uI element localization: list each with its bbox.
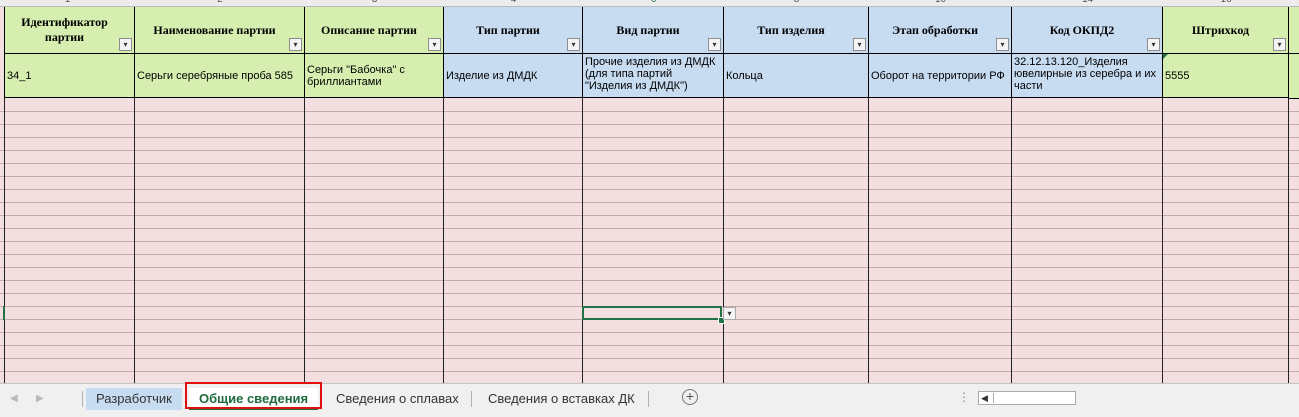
scroll-left-icon[interactable]: ◀ xyxy=(981,393,988,404)
filter-dropdown-icon[interactable]: ▾ xyxy=(708,38,721,51)
row-line xyxy=(0,163,1299,164)
header-label: Штрихкод xyxy=(1191,22,1250,37)
cell-barcode[interactable]: 5555 xyxy=(1163,54,1289,98)
cell-processing-stage[interactable]: Оборот на территории РФ xyxy=(869,54,1012,98)
row-line xyxy=(0,202,1299,203)
cell-dropdown-icon[interactable]: ▾ xyxy=(723,307,736,320)
column-number: 4 xyxy=(444,0,583,6)
row-line xyxy=(0,332,1299,333)
column-number: 16 xyxy=(1163,0,1289,6)
column-number: 6 xyxy=(583,0,724,6)
column-number-row: 1 2 3 4 6 8 10 14 16 xyxy=(0,0,1299,7)
filter-dropdown-icon[interactable]: ▾ xyxy=(1147,38,1160,51)
header-cell-product-type[interactable]: Тип изделия ▾ xyxy=(724,7,869,54)
column-number: 3 xyxy=(305,0,444,6)
row-line xyxy=(0,293,1299,294)
spreadsheet-grid[interactable]: 1 2 3 4 6 8 10 14 16 Идентификатор парти… xyxy=(0,0,1299,383)
filter-dropdown-icon[interactable]: ▾ xyxy=(1273,38,1286,51)
scroll-tabs-right-icon[interactable]: ▶ xyxy=(36,393,44,404)
header-label: Вид партии xyxy=(616,22,680,37)
cell-batch-id[interactable]: 34_1 xyxy=(4,54,135,98)
row-line xyxy=(0,371,1299,372)
filter-dropdown-icon[interactable]: ▾ xyxy=(119,38,132,51)
header-cell-batch-kind[interactable]: Вид партии ▾ xyxy=(583,7,724,54)
tab-inserts-info[interactable]: Сведения о вставках ДК xyxy=(478,388,645,410)
cell-batch-type[interactable]: Изделие из ДМДК xyxy=(444,54,583,98)
row-line xyxy=(0,228,1299,229)
filter-dropdown-icon[interactable]: ▾ xyxy=(428,38,441,51)
header-label: Описание партии xyxy=(321,22,417,37)
header-label: Тип партии xyxy=(476,22,540,37)
header-cell-processing-stage[interactable]: Этап обработки ▾ xyxy=(869,7,1012,54)
scroll-thumb[interactable] xyxy=(993,393,1074,403)
active-row-marker xyxy=(3,306,8,320)
header-cell-batch-type[interactable]: Тип партии ▾ xyxy=(444,7,583,54)
filter-dropdown-icon[interactable]: ▾ xyxy=(996,38,1009,51)
tab-developer[interactable]: Разработчик xyxy=(86,388,182,410)
header-cell-okpd2-code[interactable]: Код ОКПД2 ▾ xyxy=(1012,7,1163,54)
header-cell-partial xyxy=(1289,7,1299,54)
row-line xyxy=(0,345,1299,346)
cell-batch-name[interactable]: Серьги серебряные проба 585 xyxy=(135,54,305,98)
row-line xyxy=(0,358,1299,359)
cell-comment-marker xyxy=(1163,54,1168,59)
header-cell-batch-id[interactable]: Идентификатор партии ▾ xyxy=(4,7,135,54)
header-cell-batch-name[interactable]: Наименование партии ▾ xyxy=(135,7,305,54)
column-number: 1 xyxy=(0,0,135,6)
row-line xyxy=(0,280,1299,281)
cell-product-type[interactable]: Кольца xyxy=(724,54,869,98)
cell-batch-kind[interactable]: Прочие изделия из ДМДК (для типа партий … xyxy=(583,54,724,98)
row-line xyxy=(0,189,1299,190)
scroll-tabs-left-icon[interactable]: ◀ xyxy=(10,393,18,404)
column-number: 14 xyxy=(1012,0,1163,6)
cell-okpd2-code[interactable]: 32.12.13.120_Изделия ювелирные из серебр… xyxy=(1012,54,1163,98)
tab-splitter-icon[interactable]: ⋮ xyxy=(958,390,970,404)
header-cell-barcode[interactable]: Штрихкод ▾ xyxy=(1163,7,1289,54)
header-label: Идентификатор партии xyxy=(21,15,108,44)
row-line xyxy=(0,137,1299,138)
header-label: Наименование партии xyxy=(153,22,276,37)
header-label: Тип изделия xyxy=(757,22,825,37)
column-number: 2 xyxy=(135,0,305,6)
filter-dropdown-icon[interactable]: ▾ xyxy=(853,38,866,51)
row-line xyxy=(0,176,1299,177)
cell-partial xyxy=(1289,54,1299,99)
row-line xyxy=(0,150,1299,151)
row-line xyxy=(0,254,1299,255)
header-cell-batch-description[interactable]: Описание партии ▾ xyxy=(305,7,444,54)
add-sheet-button[interactable]: + xyxy=(682,389,698,405)
column-number: 10 xyxy=(869,0,1012,6)
horizontal-scrollbar[interactable]: ◀ xyxy=(978,391,1076,405)
active-tab-highlight xyxy=(185,382,322,409)
filter-dropdown-icon[interactable]: ▾ xyxy=(567,38,580,51)
row-line xyxy=(0,267,1299,268)
row-line xyxy=(0,215,1299,216)
header-label: Код ОКПД2 xyxy=(1049,22,1115,37)
row-line xyxy=(0,241,1299,242)
column-number: 8 xyxy=(724,0,869,6)
tab-alloys-info[interactable]: Сведения о сплавах xyxy=(326,388,469,410)
header-label: Этап обработки xyxy=(891,22,978,37)
cell-barcode-value: 5555 xyxy=(1165,69,1190,82)
row-line xyxy=(0,111,1299,112)
selected-cell[interactable] xyxy=(582,306,722,320)
filter-dropdown-icon[interactable]: ▾ xyxy=(289,38,302,51)
cell-batch-description[interactable]: Серьги "Бабочка" с бриллиантами xyxy=(305,54,444,98)
row-line xyxy=(0,124,1299,125)
